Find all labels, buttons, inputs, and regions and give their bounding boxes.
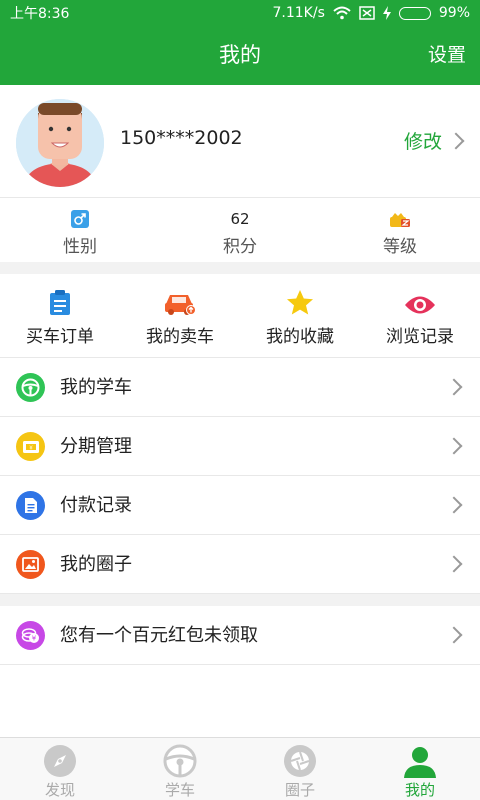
section-divider <box>0 262 480 274</box>
menu-item-installments[interactable]: ¥ 分期管理 <box>0 417 480 476</box>
aperture-icon <box>284 745 316 777</box>
avatar-illustration <box>16 99 104 187</box>
eye-icon <box>405 296 435 314</box>
chevron-right-icon <box>447 132 465 150</box>
red-packet-row[interactable]: ¥ 您有一个百元红包未领取 <box>0 606 480 665</box>
svg-text:¥: ¥ <box>29 445 33 451</box>
menu-label: 分期管理 <box>60 436 132 457</box>
tab-label: 我的 <box>404 781 435 799</box>
bottom-tab-bar: 发现 学车 圈子 我的 <box>0 737 480 800</box>
battery-percent: 99% <box>438 5 470 21</box>
card-icon: ¥ <box>22 440 39 453</box>
settings-button[interactable]: 设置 <box>428 26 466 85</box>
stat-gender-label: 性别 <box>63 237 97 257</box>
sim-icon <box>359 6 375 20</box>
menu-label: 我的圈子 <box>60 554 132 575</box>
profile-card[interactable]: 150****2002 修改 <box>0 85 480 198</box>
stat-level[interactable]: 等级 <box>320 198 480 262</box>
network-speed: 7.11K/s <box>272 5 325 21</box>
tab-discover[interactable]: 发现 <box>0 738 120 800</box>
status-bar: 上午8:36 7.11K/s 99% <box>0 0 480 26</box>
menu-item-my-circle[interactable]: 我的圈子 <box>0 535 480 594</box>
clipboard-icon <box>50 290 70 315</box>
steering-wheel-icon <box>21 378 40 397</box>
phone-number: 150****2002 <box>120 127 243 149</box>
star-icon <box>287 290 313 315</box>
red-packet-label: 您有一个百元红包未领取 <box>60 625 258 646</box>
section-divider <box>0 594 480 606</box>
avatar[interactable] <box>16 99 104 187</box>
chevron-right-icon <box>445 626 463 644</box>
menu-item-driving-lessons[interactable]: 我的学车 <box>0 358 480 417</box>
quick-history-label: 浏览记录 <box>386 327 454 347</box>
quick-buy-orders[interactable]: 买车订单 <box>0 274 120 357</box>
coin-icon: ¥ <box>21 628 39 643</box>
stat-level-label: 等级 <box>383 237 417 257</box>
document-icon <box>24 498 37 513</box>
battery-icon <box>398 6 431 20</box>
quick-favorites[interactable]: 我的收藏 <box>240 274 360 357</box>
wifi-icon <box>333 6 351 20</box>
tab-label: 圈子 <box>284 781 315 799</box>
menu-item-payment-records[interactable]: 付款记录 <box>0 476 480 535</box>
tab-me[interactable]: 我的 <box>360 738 480 800</box>
stat-gender[interactable]: 性别 <box>0 198 160 262</box>
quick-my-sales[interactable]: 我的卖车 <box>120 274 240 357</box>
menu-label: 我的学车 <box>60 377 132 398</box>
page-title: 我的 <box>219 43 261 67</box>
menu-list: 我的学车 ¥ 分期管理 付款记录 我的圈子 <box>0 358 480 594</box>
stat-points[interactable]: 62 积分 <box>160 198 320 262</box>
status-time: 上午8:36 <box>10 6 70 22</box>
chevron-right-icon <box>445 555 463 573</box>
user-icon <box>404 747 436 778</box>
tab-label: 学车 <box>164 781 195 799</box>
charging-icon <box>382 6 391 20</box>
level-badge-icon <box>390 213 410 227</box>
tab-label: 发现 <box>44 781 75 799</box>
chevron-right-icon <box>445 496 463 514</box>
app-bar: 我的 设置 <box>0 26 480 85</box>
quick-history[interactable]: 浏览记录 <box>360 274 480 357</box>
quick-actions: 买车订单 我的卖车 我的收藏 浏览记录 <box>0 274 480 358</box>
quick-buy-orders-label: 买车订单 <box>26 327 94 347</box>
edit-profile-button[interactable]: 修改 <box>404 127 442 154</box>
stat-points-label: 积分 <box>223 237 257 257</box>
tab-circle[interactable]: 圈子 <box>240 738 360 800</box>
quick-my-sales-label: 我的卖车 <box>146 327 214 347</box>
stat-points-value: 62 <box>230 210 250 228</box>
status-right: 7.11K/s 99% <box>273 5 471 21</box>
svg-text:¥: ¥ <box>32 635 37 643</box>
menu-label: 付款记录 <box>60 495 132 516</box>
car-icon <box>165 295 196 315</box>
tab-driving[interactable]: 学车 <box>120 738 240 800</box>
steering-wheel-icon <box>163 744 197 778</box>
male-gender-icon <box>71 210 89 228</box>
chevron-right-icon <box>445 437 463 455</box>
quick-favorites-label: 我的收藏 <box>266 327 334 347</box>
compass-icon <box>44 745 76 777</box>
image-icon <box>22 557 39 572</box>
chevron-right-icon <box>445 378 463 396</box>
profile-stats: 性别 62 积分 等级 <box>0 198 480 262</box>
